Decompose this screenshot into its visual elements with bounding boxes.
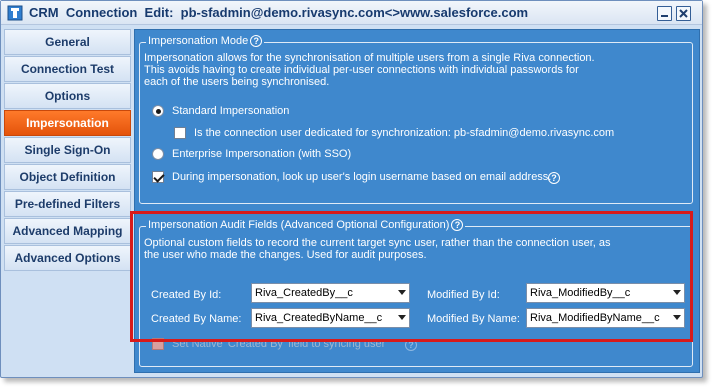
minimize-icon xyxy=(661,15,668,17)
dedicated-user-checkbox[interactable] xyxy=(174,127,186,139)
minimize-button[interactable] xyxy=(657,6,672,21)
standard-impersonation-radio[interactable] xyxy=(152,105,164,117)
title-bar: CRM Connection Edit: pb-sfadmin@demo.riv… xyxy=(1,1,702,25)
impersonation-mode-legend: Impersonation Mode? xyxy=(146,35,265,48)
lookup-by-email-checkbox[interactable] xyxy=(152,171,164,183)
sidebar-item-advanced-options[interactable]: Advanced Options xyxy=(4,245,131,271)
sidebar: General Connection Test Options Imperson… xyxy=(4,29,131,373)
sidebar-item-pre-defined-filters[interactable]: Pre-defined Filters xyxy=(4,191,131,217)
sidebar-item-object-definition[interactable]: Object Definition xyxy=(4,164,131,190)
impersonation-mode-legend-text: Impersonation Mode xyxy=(148,35,249,47)
standard-impersonation-label: Standard Impersonation xyxy=(172,105,290,117)
sidebar-item-single-sign-on[interactable]: Single Sign-On xyxy=(4,137,131,163)
sidebar-item-options[interactable]: Options xyxy=(4,83,131,109)
sidebar-item-connection-test[interactable]: Connection Test xyxy=(4,56,131,82)
dedicated-user-label: Is the connection user dedicated for syn… xyxy=(194,127,615,139)
sidebar-item-advanced-mapping[interactable]: Advanced Mapping xyxy=(4,218,131,244)
close-button[interactable] xyxy=(676,6,691,21)
help-icon[interactable]: ? xyxy=(250,35,263,48)
highlight-annotation-box xyxy=(130,211,693,342)
crm-connection-edit-window: CRM Connection Edit: pb-sfadmin@demo.riv… xyxy=(0,0,703,378)
enterprise-impersonation-label: Enterprise Impersonation (with SSO) xyxy=(172,148,352,160)
impersonation-mode-group: Impersonation Mode? Impersonation allows… xyxy=(139,35,693,204)
crm-app-icon xyxy=(7,5,23,21)
sidebar-item-impersonation[interactable]: Impersonation xyxy=(4,110,131,136)
window-title: CRM Connection Edit: pb-sfadmin@demo.riv… xyxy=(29,5,529,20)
sidebar-item-general[interactable]: General xyxy=(4,29,131,55)
help-icon[interactable]: ? xyxy=(548,172,560,184)
impersonation-mode-description: Impersonation allows for the synchronisa… xyxy=(144,52,595,88)
enterprise-impersonation-radio[interactable] xyxy=(152,148,164,160)
lookup-by-email-label: During impersonation, look up user's log… xyxy=(172,171,552,183)
close-icon xyxy=(679,9,688,18)
